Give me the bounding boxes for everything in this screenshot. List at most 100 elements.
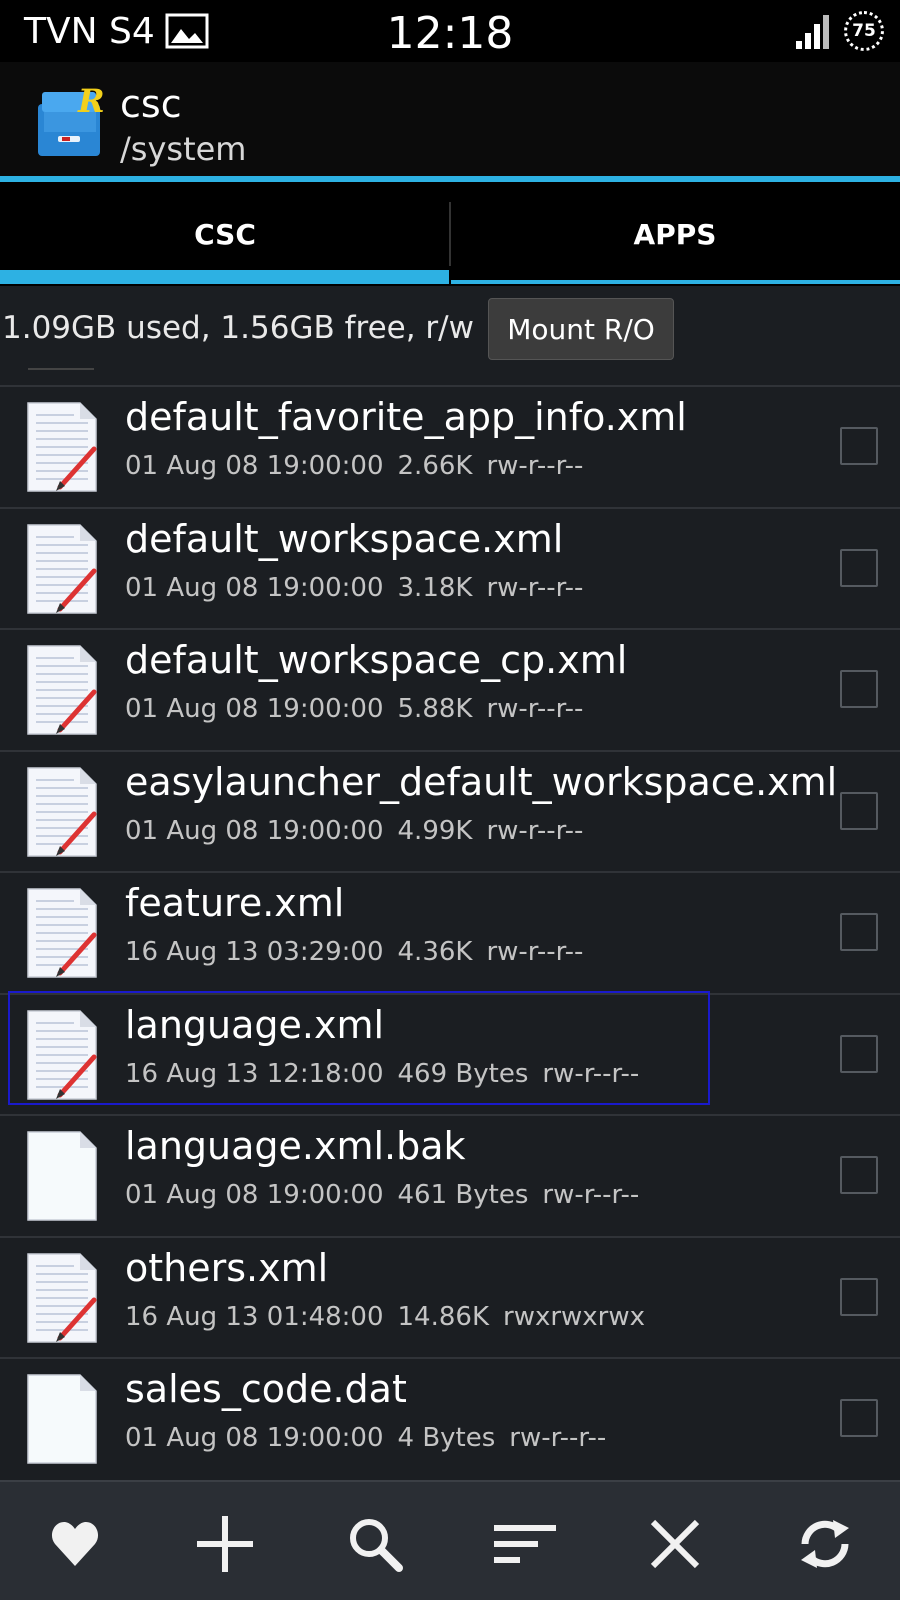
favorite-button[interactable] (35, 1504, 115, 1584)
file-row[interactable]: feature.xml 16 Aug 13 03:29:00 4.36K rw-r--… (0, 871, 900, 992)
file-row[interactable]: default_workspace_cp.xml 01 Aug 08 19:00:… (0, 628, 900, 749)
signal-icon (796, 15, 829, 49)
status-right: 75 (794, 8, 884, 54)
file-perms: rw-r--r-- (486, 937, 584, 967)
xml-file-icon (24, 401, 100, 493)
file-meta: 01 Aug 08 19:00:00 4.99K rw-r--r-- (125, 816, 597, 846)
battery-icon: 75 (844, 11, 884, 51)
refresh-button[interactable] (785, 1504, 865, 1584)
file-date: 01 Aug 08 19:00:00 (125, 451, 384, 481)
xml-file-icon (24, 1009, 100, 1101)
file-size: 461 Bytes (397, 1180, 529, 1210)
file-name: default_workspace.xml (125, 516, 564, 561)
clock: 12:18 (386, 8, 514, 59)
file-name: easylauncher_default_workspace.xml (125, 759, 838, 804)
file-size: 14.86K (397, 1301, 489, 1332)
tab-apps[interactable]: APPS (450, 182, 900, 286)
file-meta: 01 Aug 08 19:00:00 4 Bytes rw-r--r-- (125, 1423, 620, 1453)
file-select-checkbox[interactable] (840, 1156, 878, 1194)
file-row[interactable]: sales_code.dat 01 Aug 08 19:00:00 4 Bytes r… (0, 1357, 900, 1478)
file-name: sales_code.dat (125, 1367, 407, 1411)
file-perms: rw-r--r-- (542, 1180, 640, 1210)
file-row[interactable]: others.xml 16 Aug 13 01:48:00 14.86K rwxrwx… (0, 1235, 900, 1357)
status-bar: TVN S4 12:18 75 (0, 0, 900, 62)
file-size: 3.18K (397, 572, 473, 603)
file-name: default_favorite_app_info.xml (125, 395, 687, 439)
file-name: language.xml.bak (125, 1124, 466, 1168)
file-row[interactable]: language.xml 16 Aug 13 12:18:00 469 Bytes r… (0, 990, 900, 1114)
file-size: 5.88K (397, 694, 473, 724)
file-select-checkbox[interactable] (840, 670, 878, 708)
file-date: 16 Aug 13 12:18:00 (125, 1058, 384, 1089)
file-list[interactable]: default_favorite_app_info.xml 01 Aug 08 1… (0, 385, 900, 1480)
file-meta: 01 Aug 08 19:00:00 2.66K rw-r--r-- (125, 451, 597, 481)
search-button[interactable] (335, 1504, 415, 1584)
file-date: 01 Aug 08 19:00:00 (125, 572, 384, 603)
file-select-checkbox[interactable] (840, 1277, 878, 1316)
file-name: others.xml (125, 1245, 329, 1290)
file-perms: rw-r--r-- (486, 451, 584, 481)
add-button[interactable] (185, 1504, 265, 1584)
file-date: 01 Aug 08 19:00:00 (125, 694, 384, 724)
file-row[interactable]: easylauncher_default_workspace.xml 01 Aug… (0, 749, 900, 871)
root-explorer-app-icon[interactable]: R (34, 82, 106, 158)
file-meta: 01 Aug 08 19:00:00 5.88K rw-r--r-- (125, 694, 597, 724)
sort-icon (494, 1525, 556, 1563)
file-perms: rw-r--r-- (486, 694, 584, 724)
blank-file-icon (24, 1130, 100, 1222)
file-select-checkbox[interactable] (840, 1034, 878, 1073)
action-bar: R csc /system (0, 62, 900, 176)
file-date: 01 Aug 08 19:00:00 (125, 1423, 384, 1453)
file-perms: rw-r--r-- (486, 815, 584, 846)
storage-info: 1.09GB used, 1.56GB free, r/w (2, 310, 474, 346)
file-meta: 16 Aug 13 03:29:00 4.36K rw-r--r-- (125, 937, 597, 967)
search-icon (350, 1519, 403, 1572)
file-perms: rw-r--r-- (509, 1423, 607, 1453)
file-meta: 16 Aug 13 12:18:00 469 Bytes rw-r--r-- (125, 1059, 653, 1089)
file-select-checkbox[interactable] (840, 1399, 878, 1437)
file-meta: 01 Aug 08 19:00:00 461 Bytes rw-r--r-- (125, 1180, 653, 1210)
tab-underline (451, 280, 900, 284)
file-row[interactable]: default_workspace.xml 01 Aug 08 19:00:00 3… (0, 506, 900, 628)
xml-file-icon (24, 523, 100, 615)
xml-file-icon (24, 644, 100, 736)
close-button[interactable] (635, 1504, 715, 1584)
file-select-checkbox[interactable] (840, 427, 878, 465)
file-meta: 16 Aug 13 01:48:00 14.86K rwxrwxrwx (125, 1302, 659, 1332)
refresh-icon (801, 1520, 849, 1568)
close-icon (650, 1519, 700, 1569)
file-date: 01 Aug 08 19:00:00 (125, 1180, 384, 1210)
active-tab-indicator (0, 270, 449, 284)
folder-title: csc (120, 82, 182, 126)
file-select-checkbox[interactable] (840, 548, 878, 587)
xml-file-icon (24, 766, 100, 858)
sort-button[interactable] (485, 1504, 565, 1584)
file-perms: rw-r--r-- (542, 1058, 640, 1089)
file-select-checkbox[interactable] (840, 913, 878, 951)
storage-info-row: 1.09GB used, 1.56GB free, r/w Mount R/O (0, 286, 900, 378)
mount-ro-button[interactable]: Mount R/O (488, 298, 674, 360)
file-name: default_workspace_cp.xml (125, 638, 628, 682)
file-select-checkbox[interactable] (840, 791, 878, 830)
add-icon (197, 1516, 253, 1572)
file-perms: rw-r--r-- (486, 572, 584, 603)
file-size: 469 Bytes (397, 1058, 529, 1089)
favorite-icon (51, 1522, 99, 1566)
folder-path: /system (120, 130, 247, 168)
bottom-toolbar (0, 1480, 900, 1600)
file-name: language.xml (125, 1002, 385, 1047)
file-size: 4.99K (397, 815, 473, 846)
file-size: 4 Bytes (397, 1423, 496, 1453)
file-size: 4.36K (397, 937, 473, 967)
blank-file-icon (24, 1373, 100, 1465)
file-date: 16 Aug 13 03:29:00 (125, 937, 384, 967)
file-meta: 01 Aug 08 19:00:00 3.18K rw-r--r-- (125, 573, 597, 603)
file-date: 16 Aug 13 01:48:00 (125, 1301, 384, 1332)
tab-bar: CSC APPS (0, 182, 900, 286)
file-size: 2.66K (397, 451, 473, 481)
battery-level: 75 (852, 21, 876, 41)
xml-file-icon (24, 887, 100, 979)
file-row[interactable]: default_favorite_app_info.xml 01 Aug 08 1… (0, 385, 900, 506)
scroll-hint (28, 368, 94, 370)
file-row[interactable]: language.xml.bak 01 Aug 08 19:00:00 461 By… (0, 1114, 900, 1235)
